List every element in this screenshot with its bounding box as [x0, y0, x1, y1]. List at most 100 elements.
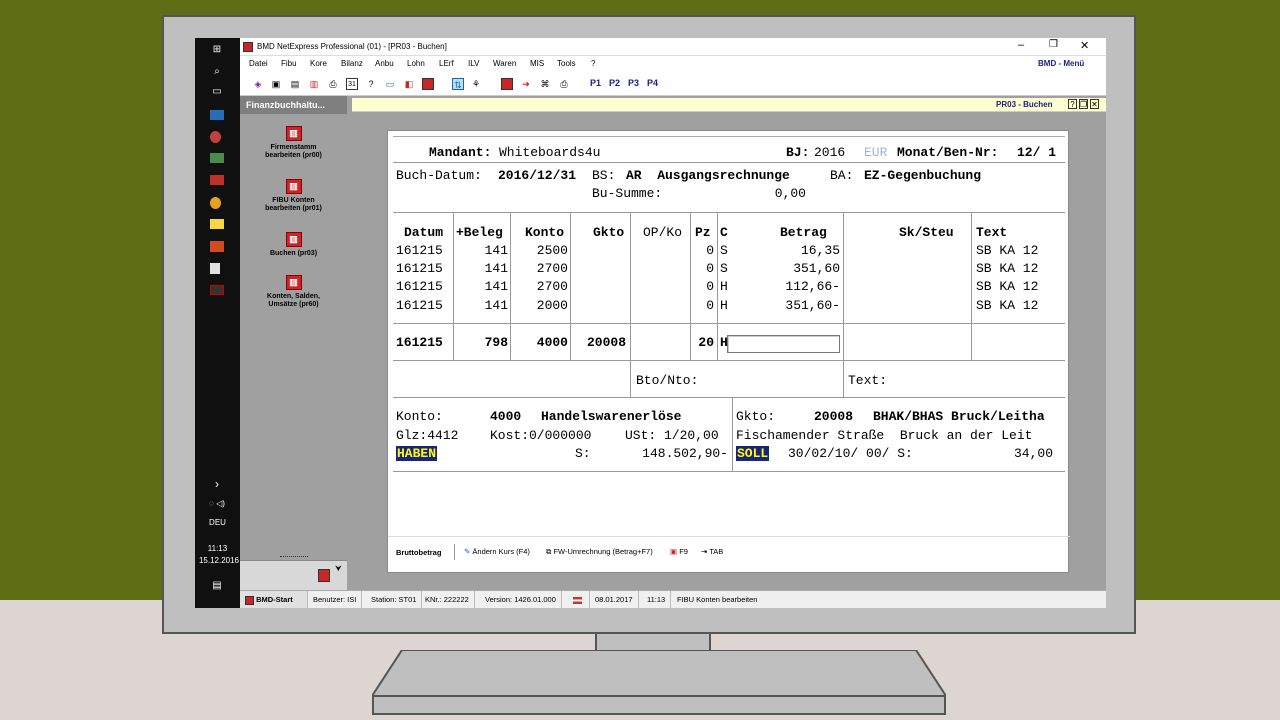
buchdatum-value[interactable]: 2016/12/31 — [498, 168, 576, 183]
tab-title[interactable]: PR03 - Buchen — [996, 100, 1052, 109]
app-icon[interactable] — [210, 131, 221, 143]
entry-beleg-field[interactable]: 798 — [458, 335, 508, 350]
sort-icon[interactable]: ⇅ — [452, 78, 464, 90]
cell-c: H — [720, 298, 728, 313]
network-volume-icon[interactable]: ◌ ◁) — [205, 498, 229, 510]
clock-date[interactable]: 15.12.2016 — [195, 556, 243, 565]
calculator-icon[interactable] — [210, 263, 220, 274]
bruttobetrag-label[interactable]: Bruttobetrag — [396, 548, 441, 557]
sidebar-item-konten-salden[interactable]: ▥ Konten, Salden, Umsätze (pr60) — [240, 275, 347, 309]
monitor-stand — [372, 650, 946, 715]
powerpoint-icon[interactable] — [210, 241, 224, 252]
task-view-icon[interactable]: ▭ — [210, 86, 224, 98]
chrome-icon[interactable] — [210, 197, 221, 209]
tab-button[interactable]: ⇥ TAB — [701, 547, 723, 556]
f9-button[interactable]: ▣ F9 — [670, 547, 688, 556]
clock-time[interactable]: 11:13 — [195, 544, 240, 553]
bmd-menu-link[interactable]: BMD - Menü — [1038, 59, 1084, 68]
notifications-icon[interactable]: ▤ — [210, 580, 224, 592]
p2-button[interactable]: P2 — [609, 78, 620, 88]
toolbar-screen-icon[interactable]: ▭ — [384, 78, 396, 90]
p3-button[interactable]: P3 — [628, 78, 639, 88]
toolbar-card-icon[interactable]: ▣ — [270, 78, 282, 90]
gkto-label: Gkto: — [736, 409, 776, 424]
menu-lerf[interactable]: LErf — [439, 59, 454, 68]
bs-value[interactable]: AR Ausgangsrechnunge — [626, 168, 790, 183]
pen-icon: ✎ — [464, 547, 471, 556]
close-icon[interactable]: ✕ — [1080, 39, 1089, 52]
sidebar-item-buchen[interactable]: ▥ Buchen (pr03) — [240, 232, 347, 258]
tab-arrow-icon: ⇥ — [701, 547, 708, 556]
menu-help[interactable]: ? — [591, 59, 595, 68]
header-beleg: +Beleg — [456, 225, 503, 240]
menu-datei[interactable]: Datei — [249, 59, 268, 68]
mandant-value[interactable]: Whiteboards4u — [499, 145, 600, 160]
divider — [393, 471, 1065, 472]
sidebar-item-firmenstamm[interactable]: ▥ Firmenstamm bearbeiten (pr00) — [240, 126, 347, 160]
entry-pz-field[interactable]: 20 — [688, 335, 714, 350]
menu-mis[interactable]: MIS — [530, 59, 544, 68]
toolbar-doc-icon[interactable]: ▤ — [289, 78, 301, 90]
entry-gkto-field[interactable]: 20008 — [572, 335, 626, 350]
menu-bilanz[interactable]: Bilanz — [341, 59, 363, 68]
file-explorer-icon[interactable] — [210, 110, 224, 120]
ba-value[interactable]: EZ-Gegenbuchung — [864, 168, 981, 183]
p4-button[interactable]: P4 — [647, 78, 658, 88]
help-icon[interactable]: ? — [365, 78, 377, 90]
screen: ⊞ ⌕ ▭ › ◌ ◁) DEU 11:13 15.12.2016 ▤ BMD … — [195, 38, 1106, 608]
menu-waren[interactable]: Waren — [493, 59, 516, 68]
bmd-icon[interactable] — [210, 175, 224, 185]
menu-lohn[interactable]: Lohn — [407, 59, 425, 68]
cell-datum: 161215 — [396, 261, 443, 276]
gkto-name: BHAK/BHAS Bruck/Leitha — [873, 409, 1045, 424]
chevron-down-icon[interactable]: ⮟ — [335, 564, 342, 574]
title-bar: BMD NetExpress Professional (01) - [PR03… — [240, 38, 1106, 56]
monat-value[interactable]: 12/ 1 — [1017, 145, 1056, 160]
entry-datum-field[interactable]: 161215 — [396, 335, 443, 350]
maximize-icon[interactable]: ❐ — [1049, 39, 1058, 50]
close-icon[interactable]: ✕ — [1090, 99, 1099, 109]
toolbar-stop-icon[interactable] — [501, 78, 513, 90]
restore-icon[interactable]: ❐ — [1079, 99, 1088, 109]
status-bar: BMD-Start Benutzer: ISI Station: ST01 KN… — [240, 590, 1106, 608]
bj-value[interactable]: 2016 — [814, 145, 845, 160]
language-indicator[interactable]: DEU — [195, 518, 240, 527]
toolbar-chart-icon[interactable]: ▥ — [308, 78, 320, 90]
app-icon[interactable] — [210, 153, 224, 163]
minimize-icon[interactable]: – — [1018, 39, 1024, 51]
splitter-handle[interactable] — [280, 556, 308, 557]
header-text: Text — [976, 225, 1008, 240]
sidebar-item-label: Firmenstamm — [270, 144, 317, 151]
sidebar-item-fibu-konten[interactable]: ▥ FIBU Konten bearbeiten (pr01) — [240, 179, 347, 213]
notes-icon[interactable] — [210, 219, 224, 229]
windows-start-icon[interactable]: ⊞ — [210, 44, 224, 56]
menu-fibu[interactable]: Fibu — [281, 59, 297, 68]
betrag-input[interactable] — [727, 335, 840, 353]
toolbar-print2-icon[interactable]: ⎙ — [558, 78, 570, 90]
p1-button[interactable]: P1 — [590, 78, 601, 88]
aendern-kurs-button[interactable]: ✎ Ändern Kurs (F4) — [464, 547, 530, 556]
toolbar-red-icon[interactable]: ◧ — [403, 78, 415, 90]
menu-ilv[interactable]: ILV — [468, 59, 479, 68]
binoculars-icon[interactable]: ⌘ — [539, 78, 551, 90]
bmd-start-button[interactable]: BMD-Start — [240, 591, 308, 608]
ledger-icon[interactable] — [318, 569, 330, 582]
cell-text: SB KA 12 — [976, 261, 1039, 276]
menu-kore[interactable]: Kore — [310, 59, 327, 68]
calendar-icon[interactable]: 31 — [346, 78, 358, 90]
search-icon[interactable]: ⌕ — [210, 66, 224, 78]
entry-konto-field[interactable]: 4000 — [514, 335, 568, 350]
arrow-right-icon[interactable]: ➜ — [520, 78, 532, 90]
chevron-right-icon[interactable]: › — [210, 478, 224, 490]
column-line — [570, 212, 571, 360]
menu-anbu[interactable]: Anbu — [375, 59, 394, 68]
toolbar-book-icon[interactable]: ◈ — [252, 78, 264, 90]
bmd-active-icon[interactable] — [210, 285, 224, 295]
printer-icon[interactable]: ⎙ — [327, 78, 339, 90]
toolbar-bmd-icon[interactable] — [422, 78, 434, 90]
toolbar-tree-icon[interactable]: ⚘ — [470, 78, 482, 90]
fw-umrechnung-button[interactable]: ⧉ FW-Umrechnung (Betrag+F7) — [546, 547, 653, 557]
help-icon[interactable]: ? — [1068, 99, 1077, 109]
gkto-number: 20008 — [814, 409, 854, 424]
menu-tools[interactable]: Tools — [557, 59, 576, 68]
